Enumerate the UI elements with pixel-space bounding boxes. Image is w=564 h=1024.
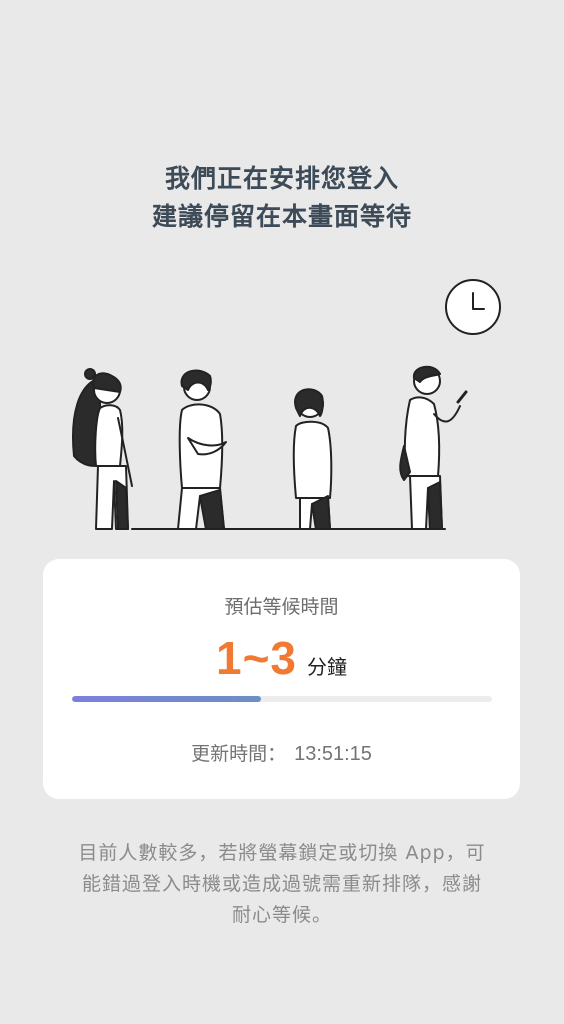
person-girl — [292, 388, 333, 530]
person-arms-crossed — [177, 369, 227, 530]
headline-line-2: 建議停留在本畫面等待 — [151, 202, 412, 231]
wait-time-card: 預估等候時間 1~3 分鐘 更新時間： 13:51:15 — [43, 559, 520, 799]
notice-line-2: 能錯過登入時機或造成過號需重新排隊，感謝 — [81, 873, 482, 895]
clock-icon — [445, 279, 501, 335]
notice-line-3: 耐心等候。 — [231, 904, 332, 926]
update-time-value: 13:51:15 — [294, 743, 372, 765]
estimated-wait-label: 預估等候時間 — [224, 596, 339, 618]
queue-illustration — [72, 279, 501, 530]
headline-line-1: 我們正在安排您登入 — [164, 164, 399, 193]
update-time-label: 更新時間： — [191, 743, 287, 765]
person-phone — [399, 365, 468, 530]
eta-row: 1~3 分鐘 — [43, 631, 520, 685]
person-backpack — [72, 368, 133, 530]
headline: 我們正在安排您登入 建議停留在本畫面等待 — [0, 160, 564, 236]
progress-bar — [72, 696, 492, 702]
eta-unit: 分鐘 — [307, 655, 348, 679]
progress-bar-fill — [72, 696, 261, 702]
update-time-row: 更新時間： 13:51:15 — [43, 739, 520, 766]
notice-line-1: 目前人數較多，若將螢幕鎖定或切換 App，可 — [78, 842, 486, 864]
eta-value: 1~3 — [215, 632, 298, 684]
notice-text: 目前人數較多，若將螢幕鎖定或切換 App，可 能錯過登入時機或造成過號需重新排隊… — [48, 838, 516, 931]
